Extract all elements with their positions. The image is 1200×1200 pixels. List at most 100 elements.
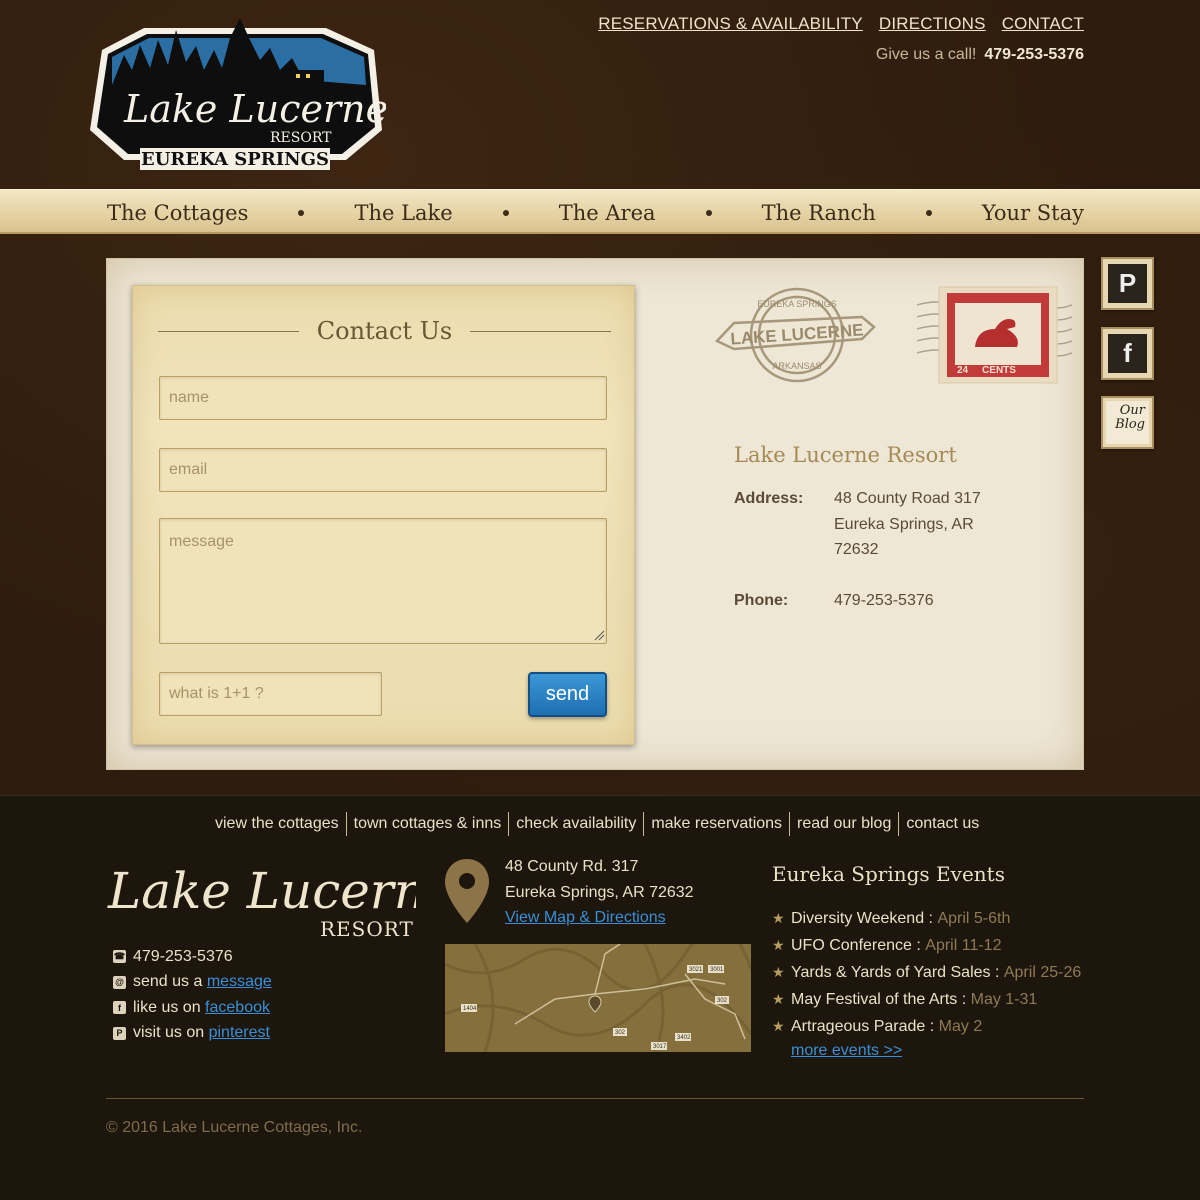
map-label: 302 [717,998,728,1004]
logo-place: EUREKA SPRINGS [141,149,329,170]
footer-link-view-cottages[interactable]: view the cottages [208,812,346,836]
nav-item-area[interactable]: The Area [559,201,656,225]
name-input[interactable] [159,376,607,420]
event-name: Diversity Weekend : [791,909,933,927]
facebook-link[interactable]: facebook [205,999,270,1017]
captcha-input[interactable] [159,672,382,716]
area-map[interactable]: 3021 3001 302 1404 302 3402 3017 [445,944,751,1052]
contact-form: Contact Us send [132,285,635,745]
nav-separator [502,209,509,216]
pinterest-button[interactable]: P [1101,257,1154,310]
phone-label: Phone: [734,592,789,609]
map-directions-link[interactable]: View Map & Directions [505,909,666,926]
contact-row-phone: ☎ 479-253-5376 [113,944,272,970]
event-item[interactable]: ★ May Festival of the Arts : May 1-31 [772,986,1081,1013]
pinterest-link[interactable]: pinterest [209,1024,270,1042]
blog-line: Blog [1115,417,1145,432]
resize-grip-icon[interactable] [593,629,605,641]
copyright: © 2016 Lake Lucerne Cottages, Inc. [106,1119,363,1136]
event-item[interactable]: ★ Artrageous Parade : May 2 [772,1013,1081,1040]
star-icon: ★ [772,1018,785,1034]
contact-row-pinterest: P visit us on pinterest [113,1021,272,1047]
postmark-top: EUREKA SPRINGS [757,299,837,309]
footer: view the cottages town cottages & inns c… [0,795,1200,1200]
nav-item-your-stay[interactable]: Your Stay [982,201,1084,225]
address-line: 48 County Road 317 [834,490,981,507]
event-name: Artrageous Parade : [791,1017,935,1035]
footer-divider [106,1098,1084,1099]
main-nav: The Cottages The Lake The Area The Ranch… [0,189,1200,234]
event-item[interactable]: ★ UFO Conference : April 11-12 [772,932,1081,959]
event-date: April 11-12 [925,936,1002,954]
footer-links: view the cottages town cottages & inns c… [208,812,986,836]
event-name: May Festival of the Arts : [791,990,967,1008]
lake-lucerne-postmark: EUREKA SPRINGS LAKE LUCERNE ARKANSAS [714,287,876,383]
call-label: Give us a call! [875,46,977,63]
footer-logo-resort: RESORT [320,917,414,941]
reservations-link[interactable]: RESERVATIONS & AVAILABILITY [598,14,863,34]
footer-link-make-reservations[interactable]: make reservations [644,812,789,836]
footer-logo[interactable]: Lake Lucerne RESORT [106,850,416,942]
call-info: Give us a call! 479-253-5376 [876,46,1084,64]
star-icon: ★ [772,964,785,980]
goose-stamp: CENTS 24 [917,286,1072,384]
star-icon: ★ [772,937,785,953]
event-item[interactable]: ★ Diversity Weekend : April 5-6th [772,905,1081,932]
address-line: 72632 [834,541,879,558]
logo-script: Lake Lucerne [123,87,386,131]
event-date: May 1-31 [970,990,1038,1008]
footer-link-town-cottages[interactable]: town cottages & inns [347,812,509,836]
nav-item-cottages[interactable]: The Cottages [107,201,248,225]
nav-separator [925,209,932,216]
contact-link[interactable]: CONTACT [1002,14,1084,34]
nav-separator [705,209,712,216]
address-label: Address: [734,490,804,507]
send-button[interactable]: send [528,672,607,717]
blog-button[interactable]: Our Blog [1101,396,1154,449]
map-label: 3017 [653,1044,667,1050]
footer-phone: 479-253-5376 [133,947,233,965]
resort-name: Lake Lucerne Resort [734,443,957,467]
divider [470,330,612,332]
facebook-prefix: like us on [133,998,201,1016]
message-link[interactable]: message [207,973,272,991]
top-links: RESERVATIONS & AVAILABILITY DIRECTIONS C… [598,14,1084,34]
footer-link-read-blog[interactable]: read our blog [790,812,898,836]
nav-item-lake[interactable]: The Lake [354,201,452,225]
footer-link-check-availability[interactable]: check availability [509,812,643,836]
more-events-link[interactable]: more events >> [791,1042,902,1060]
footer-link-contact[interactable]: contact us [899,812,986,836]
form-header: Contact Us [158,316,612,346]
contact-row-message: @ send us a message [113,970,272,996]
facebook-icon: f [1108,334,1147,373]
facebook-small-icon: f [113,1001,126,1015]
footer-contact-list: ☎ 479-253-5376 @ send us a message f lik… [113,944,272,1046]
lake-lucerne-logo[interactable]: Lake Lucerne RESORT EUREKA SPRINGS [84,10,386,172]
event-name: UFO Conference : [791,936,921,954]
footer-logo-script: Lake Lucerne [107,862,416,920]
email-icon: @ [113,975,126,989]
address-line: Eureka Springs, AR [834,515,974,533]
call-number: 479-253-5376 [984,46,1084,63]
footer-address-line2: Eureka Springs, AR 72632 [505,883,694,901]
events-title: Eureka Springs Events [772,862,1005,886]
contact-card: Contact Us send EUREKA SPRINGS LAKE LUCE… [106,258,1084,770]
star-icon: ★ [772,991,785,1007]
address-value: 48 County Road 317 Eureka Springs, AR 72… [834,486,981,563]
event-date: May 2 [938,1017,983,1035]
event-date: April 25-26 [1003,963,1082,981]
message-textarea[interactable] [159,518,607,644]
nav-item-ranch[interactable]: The Ranch [762,201,876,225]
event-item[interactable]: ★ Yards & Yards of Yard Sales : April 25-… [772,959,1081,986]
footer-address: 48 County Rd. 317 Eureka Springs, AR 726… [505,854,694,931]
event-name: Yards & Yards of Yard Sales : [791,963,1000,981]
star-icon: ★ [772,910,785,926]
map-label: 3402 [677,1035,691,1041]
nav-separator [298,209,305,216]
email-input[interactable] [159,448,607,492]
facebook-button[interactable]: f [1101,327,1154,380]
stamp-text: CENTS [982,365,1016,376]
divider [158,330,299,332]
directions-link[interactable]: DIRECTIONS [879,14,986,34]
pinterest-prefix: visit us on [133,1024,205,1042]
